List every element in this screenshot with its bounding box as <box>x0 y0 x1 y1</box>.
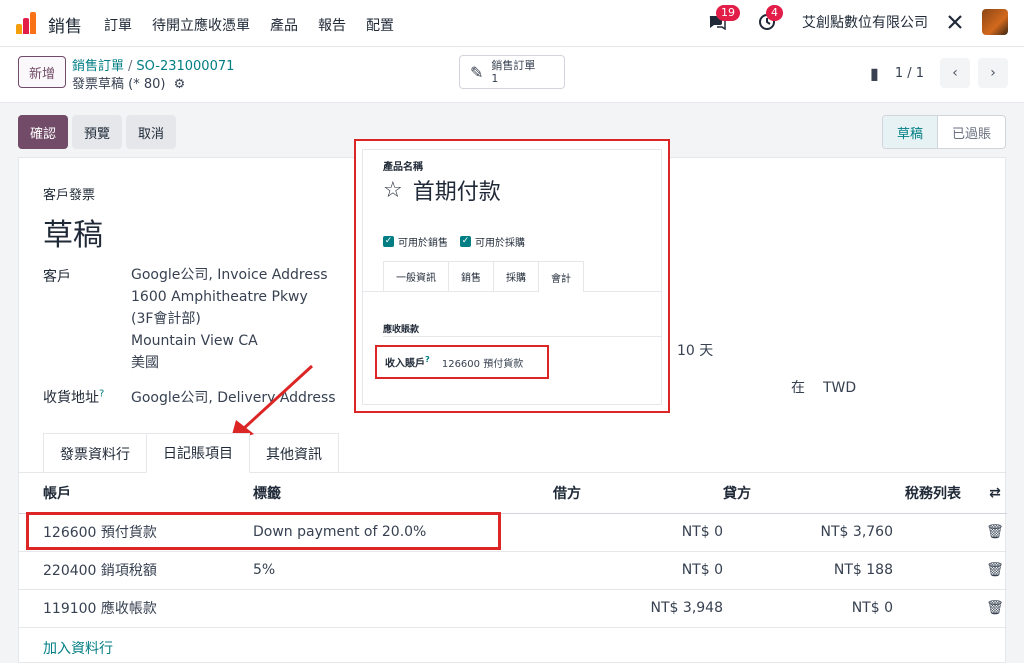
tab-sales[interactable]: 銷售 <box>448 261 494 291</box>
stage-posted[interactable]: 已過賬 <box>938 116 1005 148</box>
header-label[interactable]: 標籤 <box>253 473 553 514</box>
stage-draft[interactable]: 草稿 <box>882 116 938 148</box>
currency-prefix: 在 <box>791 380 805 396</box>
header-debit[interactable]: 借方 <box>553 473 723 514</box>
bookmark-icon[interactable]: ▮ <box>870 64 879 83</box>
sales-order-smart-button[interactable]: ✎ 銷售訂單 1 <box>459 55 565 89</box>
tab-general[interactable]: 一般資訊 <box>383 261 449 291</box>
activities-badge: 4 <box>766 5 783 21</box>
tab-purchase[interactable]: 採購 <box>493 261 539 291</box>
currency-value[interactable]: TWD <box>823 377 856 399</box>
company-switcher[interactable]: 艾創點數位有限公司 <box>802 12 928 32</box>
control-panel: 新增 銷售訂單 / SO-231000071 發票草稿 (* 80) ⚙ ✎ 銷售訂… <box>0 47 1024 103</box>
tab-journal-items[interactable]: 日記賬項目 <box>146 433 250 473</box>
journal-items-table: 帳戶 標籤 借方 貸方 稅務列表 ⇄ 126600 預付貨款 Down paym… <box>19 473 1007 628</box>
pager: ▮ 1 / 1 ‹ › <box>870 58 1008 88</box>
payment-terms-fragment[interactable]: 10 天 <box>677 340 713 362</box>
product-form-inset: 產品名稱 ☆ 首期付款 ✓ 可用於銷售 ✓ 可用於採購 一般資訊 銷售 採購 會計 … <box>354 139 670 413</box>
user-avatar[interactable] <box>982 9 1008 35</box>
menu-item-config[interactable]: 配置 <box>366 15 394 35</box>
app-logo-icon[interactable] <box>16 12 38 34</box>
tab-invoice-lines[interactable]: 發票資料行 <box>43 433 147 473</box>
product-tabs: 一般資訊 銷售 採購 會計 <box>383 261 584 292</box>
activities-clock-icon[interactable]: 4 <box>756 5 783 33</box>
top-navbar: 銷售 訂單 待開立應收憑單 產品 報告 配置 19 4 艾創點數位有限公司 <box>0 0 1024 47</box>
status-bar: 草稿 已過賬 <box>881 115 1006 149</box>
cancel-button[interactable]: 取消 <box>126 115 177 149</box>
document-type: 客戶發票 <box>43 188 96 203</box>
breadcrumb: 銷售訂單 / SO-231000071 <box>72 59 235 74</box>
document-state-title: 草稿 <box>43 218 103 253</box>
trash-icon[interactable]: 🗑 <box>983 589 1007 628</box>
breadcrumb-sales-orders[interactable]: 銷售訂單 <box>72 59 124 74</box>
breadcrumb-order[interactable]: SO-231000071 <box>136 59 234 74</box>
app-name[interactable]: 銷售 <box>48 12 82 37</box>
navbar-systray: 19 4 艾創點數位有限公司 <box>706 5 1008 35</box>
trash-icon[interactable]: 🗑 <box>983 551 1007 590</box>
preview-button[interactable]: 預覽 <box>72 115 123 149</box>
gear-icon[interactable]: ⚙ <box>174 77 186 92</box>
menu-item-to-invoice[interactable]: 待開立應收憑單 <box>152 15 250 35</box>
receivables-section: 應收賬款 <box>383 325 420 335</box>
table-row[interactable]: 119100 應收帳款 NT$ 3,948 NT$ 0 🗑 <box>19 589 1007 628</box>
menu-item-orders[interactable]: 訂單 <box>104 15 132 35</box>
product-flags: ✓ 可用於銷售 ✓ 可用於採購 <box>383 234 525 249</box>
can-be-sold-checkbox[interactable]: ✓ 可用於銷售 <box>383 234 448 249</box>
tab-accounting[interactable]: 會計 <box>538 261 584 292</box>
confirm-button[interactable]: 確認 <box>18 115 69 149</box>
header-tax-grid[interactable]: 稅務列表 <box>893 473 983 514</box>
pager-value[interactable]: 1 / 1 <box>895 66 924 81</box>
header-account[interactable]: 帳戶 <box>19 473 253 514</box>
product-name-label: 產品名稱 <box>383 162 423 173</box>
highlight-box-row <box>26 512 501 550</box>
table-header-row: 帳戶 標籤 借方 貸方 稅務列表 ⇄ <box>19 473 1007 514</box>
can-be-purchased-checkbox[interactable]: ✓ 可用於採購 <box>460 234 525 249</box>
table-row[interactable]: 220400 銷項稅額 5% NT$ 0 NT$ 188 🗑 <box>19 551 1007 590</box>
star-icon[interactable]: ☆ <box>383 178 403 203</box>
tools-icon[interactable] <box>944 11 966 33</box>
menu-item-products[interactable]: 產品 <box>270 15 298 35</box>
record-subtitle: 發票草稿 (* 80) ⚙ <box>72 77 186 92</box>
delivery-address-label: 收貨地址? <box>43 388 105 406</box>
column-settings-icon[interactable]: ⇄ <box>983 473 1007 514</box>
messages-icon[interactable]: 19 <box>706 5 740 33</box>
annotation-arrow <box>230 364 314 442</box>
pager-previous-button[interactable]: ‹ <box>940 58 970 88</box>
product-title: ☆ 首期付款 <box>383 177 501 206</box>
main-menu: 訂單 待開立應收憑單 產品 報告 配置 <box>104 15 394 35</box>
edit-document-icon: ✎ <box>470 62 484 82</box>
income-account-field[interactable]: 收入賬戶? 126600 預付貨款 <box>375 345 549 379</box>
customer-label: 客戶 <box>43 269 71 285</box>
new-button[interactable]: 新增 <box>18 56 66 88</box>
pager-next-button[interactable]: › <box>978 58 1008 88</box>
menu-item-reports[interactable]: 報告 <box>318 15 346 35</box>
header-credit[interactable]: 貸方 <box>723 473 893 514</box>
messages-badge: 19 <box>716 5 740 21</box>
trash-icon[interactable]: 🗑 <box>983 513 1007 552</box>
customer-address[interactable]: Google公司, Invoice Address 1600 Amphithea… <box>131 264 328 374</box>
add-line-link[interactable]: 加入資料行 <box>43 638 113 658</box>
